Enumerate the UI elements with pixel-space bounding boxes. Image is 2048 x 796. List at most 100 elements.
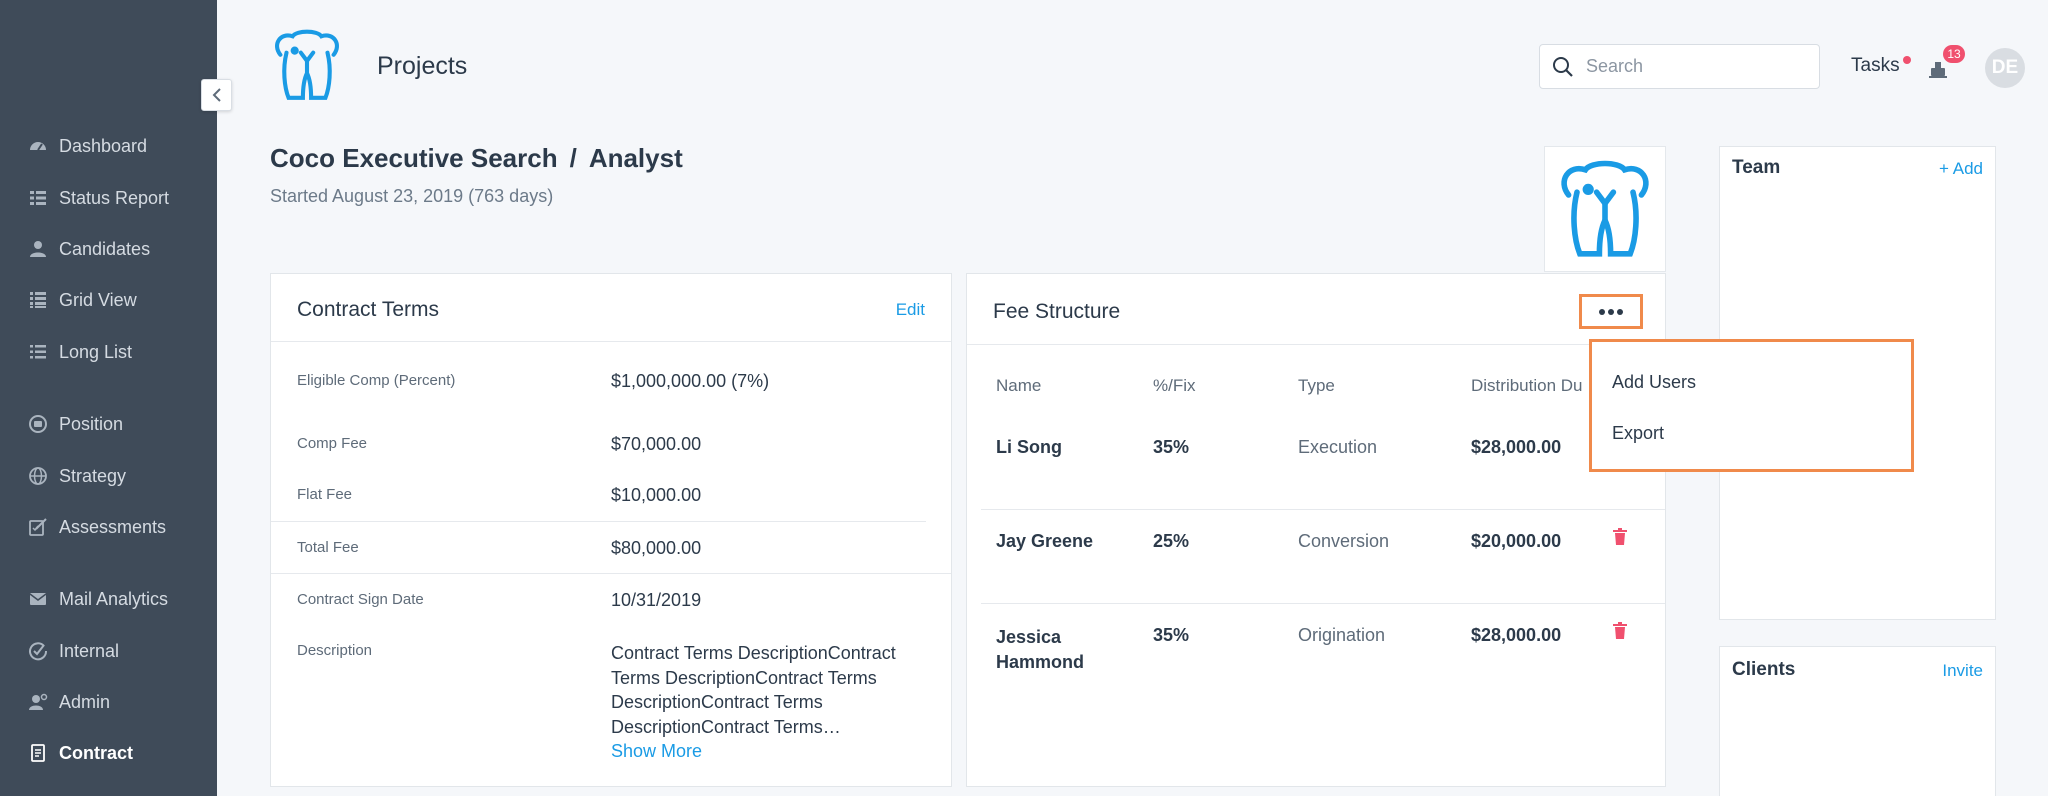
document-icon	[27, 742, 49, 764]
breadcrumb: Coco Executive Search / Analyst	[270, 143, 683, 174]
clients-card: Clients Invite	[1719, 646, 1996, 796]
divider	[967, 344, 1665, 345]
elephant-logo-icon	[1561, 160, 1649, 257]
search-field[interactable]	[1539, 44, 1820, 89]
internal-icon	[27, 640, 49, 662]
sidebar-item-candidates[interactable]: Candidates	[27, 234, 150, 264]
breadcrumb-company[interactable]: Coco Executive Search	[270, 143, 558, 174]
sidebar-item-status-report[interactable]: Status Report	[27, 183, 169, 213]
fee-name: Jay Greene	[996, 531, 1094, 551]
column-header: Name	[996, 376, 1042, 395]
ellipsis-icon	[1599, 308, 1623, 315]
sidebar-item-mail-analytics[interactable]: Mail Analytics	[27, 584, 168, 614]
show-more-link[interactable]: Show More	[611, 739, 931, 764]
tasks-indicator-dot	[1903, 56, 1911, 64]
dashboard-icon	[27, 135, 49, 157]
divider	[271, 573, 951, 574]
position-icon	[27, 413, 49, 435]
more-options-button[interactable]	[1579, 294, 1643, 329]
page-title: Projects	[377, 52, 468, 80]
fee-name-line: Jessica	[996, 627, 1062, 647]
fee-name: Li Song	[996, 437, 1062, 457]
delete-icon[interactable]	[1612, 528, 1628, 546]
field-value: 10/31/2019	[611, 590, 702, 610]
sidebar	[0, 0, 217, 796]
column-header: Type	[1298, 376, 1335, 395]
search-icon	[1553, 56, 1573, 77]
fee-percent: 35%	[1153, 437, 1190, 457]
field-value: $10,000.00	[611, 485, 702, 505]
sidebar-item-label: Status Report	[59, 187, 170, 208]
field-label: Total Fee	[297, 539, 359, 556]
breadcrumb-separator: /	[569, 143, 577, 173]
description-line: Contract Terms DescriptionContract	[611, 643, 896, 663]
project-start-date: Started August 23, 2019 (763 days)	[270, 186, 554, 206]
fee-type: Conversion	[1298, 531, 1390, 551]
menu-item-add-users[interactable]: Add Users	[1612, 372, 1696, 393]
description-line: Terms DescriptionContract Terms	[611, 667, 877, 688]
delete-icon[interactable]	[1612, 622, 1628, 640]
menu-item-export[interactable]: Export	[1612, 423, 1664, 444]
globe-icon	[27, 465, 49, 487]
sidebar-item-long-list[interactable]: Long List	[27, 337, 132, 367]
edit-check-icon	[27, 516, 49, 538]
sidebar-item-label: Position	[59, 413, 124, 434]
sidebar-item-dashboard[interactable]: Dashboard	[27, 131, 147, 161]
row-divider	[981, 603, 1665, 604]
company-logo-card	[1544, 146, 1666, 272]
card-title: Fee Structure	[993, 300, 1121, 323]
avatar[interactable]: DE	[1985, 48, 2025, 88]
fee-name: Jessica Hammond	[996, 625, 1084, 675]
field-label: Comp Fee	[297, 435, 368, 452]
sidebar-item-internal[interactable]: Internal	[27, 636, 119, 666]
edit-contract-link[interactable]: Edit	[896, 300, 925, 320]
sidebar-item-grid-view[interactable]: Grid View	[27, 285, 137, 315]
sidebar-item-label: Strategy	[59, 465, 127, 486]
fee-type: Origination	[1298, 625, 1386, 645]
sidebar-item-contract[interactable]: Contract	[27, 738, 133, 768]
sidebar-item-label: Candidates	[59, 238, 151, 259]
row-divider	[981, 509, 1665, 510]
invite-client-link[interactable]: Invite	[1942, 661, 1983, 681]
field-label: Description	[297, 642, 373, 659]
sidebar-item-label: Contract	[59, 742, 134, 763]
mail-icon	[27, 588, 49, 610]
field-label: Eligible Comp (Percent)	[297, 372, 456, 389]
fee-type: Execution	[1298, 437, 1378, 457]
fee-percent: 35%	[1153, 625, 1190, 645]
tasks-link[interactable]: Tasks	[1851, 55, 1900, 77]
admin-icon	[27, 691, 49, 713]
search-input[interactable]	[1586, 56, 1806, 77]
grid-icon	[27, 289, 49, 311]
add-team-member-link[interactable]: + Add	[1939, 159, 1983, 179]
more-options-menu: Add Users Export	[1589, 339, 1914, 472]
column-header: Distribution Du	[1471, 376, 1583, 395]
fee-amount: $28,000.00	[1471, 437, 1562, 457]
card-title: Contract Terms	[297, 298, 439, 321]
sidebar-collapse-button[interactable]	[201, 79, 232, 111]
sidebar-item-assessments[interactable]: Assessments	[27, 512, 166, 542]
fee-structure-card: Fee Structure Name %/Fix Type Distributi…	[966, 273, 1666, 787]
sidebar-item-strategy[interactable]: Strategy	[27, 461, 126, 491]
sidebar-item-label: Mail Analytics	[59, 588, 169, 609]
sidebar-item-label: Admin	[59, 691, 111, 712]
sidebar-item-label: Long List	[59, 341, 133, 362]
field-label: Contract Sign Date	[297, 591, 424, 608]
field-value: $80,000.00	[611, 538, 702, 558]
chevron-left-icon	[212, 88, 221, 102]
sidebar-item-admin[interactable]: Admin	[27, 687, 110, 717]
sidebar-item-position[interactable]: Position	[27, 409, 123, 439]
sidebar-item-label: Assessments	[59, 516, 167, 537]
description-line: DescriptionContract Terms	[611, 692, 823, 712]
fee-amount: $20,000.00	[1471, 531, 1562, 551]
status-report-icon	[27, 187, 49, 209]
breadcrumb-role: Analyst	[588, 143, 683, 173]
sidebar-item-label: Dashboard	[59, 135, 148, 156]
contract-terms-card: Contract Terms Edit Eligible Comp (Perce…	[270, 273, 952, 787]
field-label: Flat Fee	[297, 486, 353, 503]
elephant-logo-icon	[275, 29, 339, 100]
description-line: DescriptionContract Terms…	[611, 716, 841, 737]
fee-amount: $28,000.00	[1471, 625, 1562, 645]
list-icon	[27, 341, 49, 363]
notification-badge: 13	[1943, 45, 1965, 63]
